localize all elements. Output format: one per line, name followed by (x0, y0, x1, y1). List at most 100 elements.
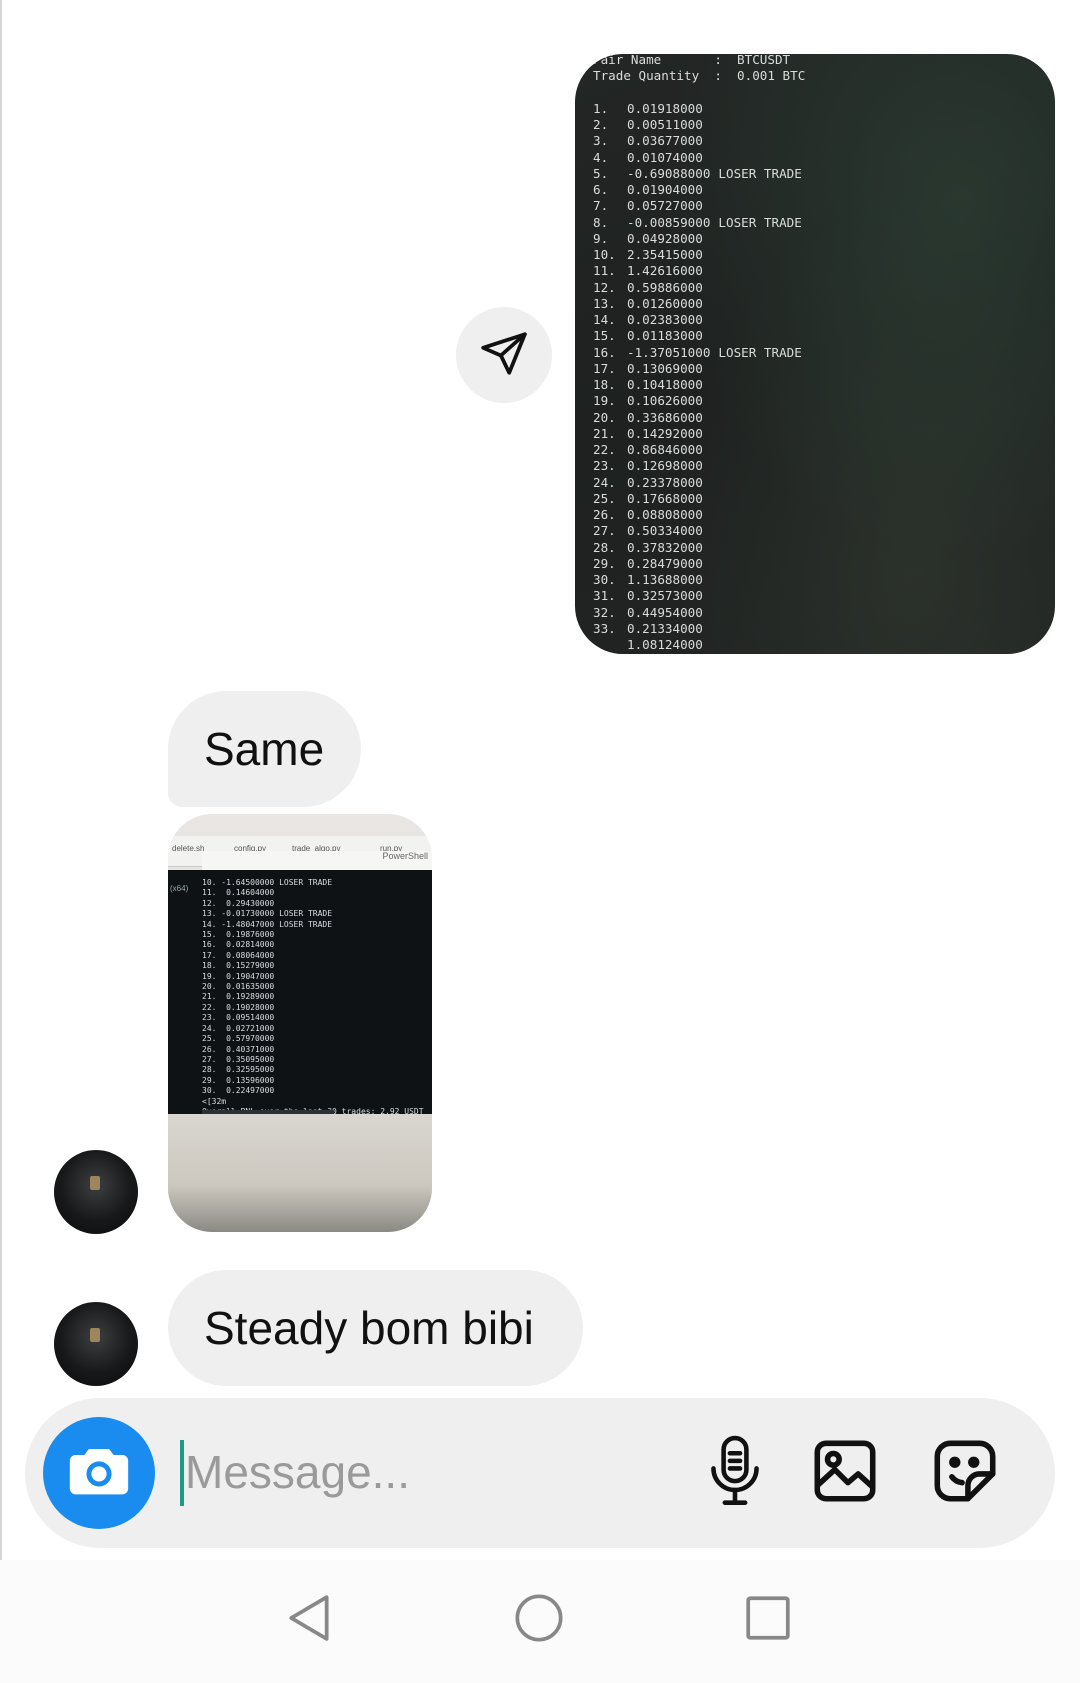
trade-pnl: 0.32573000 (627, 588, 703, 604)
trade-row: 20. 0.33686000 (593, 410, 1045, 426)
photo-side-label: (x64) (170, 884, 189, 893)
trade-index: 1. (593, 100, 609, 116)
photo-terminal-line: 14. -1.48047000 LOSER TRADE (202, 919, 333, 929)
trade-pnl: 0.01183000 (627, 328, 703, 344)
trade-row: 17. 0.13069000 (593, 361, 1045, 377)
home-button[interactable] (509, 1590, 569, 1650)
trade-row: 16. -1.37051000 LOSER TRADE (593, 345, 1045, 361)
trade-pnl: 0.12698000 (627, 458, 703, 474)
received-message-bubble[interactable]: Steady bom bibi (168, 1270, 583, 1386)
trade-row: 32. 0.44954000 (593, 605, 1045, 621)
microphone-button[interactable] (697, 1435, 773, 1511)
recents-icon (743, 1593, 793, 1648)
trade-index: 28. (593, 539, 616, 555)
trade-index: 8. (593, 214, 609, 230)
photo-terminal-line: 27. 0.35095000 (202, 1054, 275, 1064)
photo-terminal-line: 15. 0.19876000 (202, 930, 275, 940)
sent-image-message[interactable]: Pair Name : BTCUSDT Trade Quantity : 0.00… (575, 54, 1055, 654)
trade-index: 25. (593, 490, 616, 506)
trade-row: 33. 0.21334000 (593, 621, 1045, 637)
trade-pnl: 0.50334000 (627, 523, 703, 539)
received-message-bubble[interactable]: Same (168, 691, 361, 807)
trade-pnl: 1.08124000 (627, 637, 703, 652)
share-button[interactable] (456, 307, 552, 403)
photo-terminal-line: 11. 0.14604000 (202, 888, 275, 898)
trade-row: 7. 0.05727000 (593, 198, 1045, 214)
trade-index: 33. (593, 620, 616, 636)
photo-terminal-line: 12. 0.29430000 (202, 898, 275, 908)
trade-row: 24. 0.23378000 (593, 475, 1045, 491)
trade-pnl: 0.37832000 (627, 539, 703, 555)
trade-pnl: 0.01904000 (627, 182, 703, 197)
photo-terminal-line: 30. 0.22497000 (202, 1086, 275, 1096)
avatar[interactable] (54, 1150, 138, 1234)
trade-index: 17. (593, 360, 616, 376)
gallery-button[interactable] (807, 1435, 883, 1511)
trade-pnl: 2.35415000 (627, 247, 703, 262)
trade-pnl: 0.04928000 (627, 230, 703, 246)
trade-index: 19. (593, 393, 616, 409)
trade-pnl: 0.08808000 (627, 507, 703, 522)
trade-row: 1. 0.01918000 (593, 101, 1045, 117)
trade-pnl: 0.21334000 (627, 620, 703, 636)
trade-index: 32. (593, 604, 616, 620)
trade-pnl: 0.59886000 (627, 279, 703, 295)
trade-pnl: 0.17668000 (627, 490, 703, 506)
trade-pnl: 0.01918000 (627, 100, 703, 116)
message-text: Same (204, 723, 325, 775)
trade-row: 28. 0.37832000 (593, 540, 1045, 556)
photo-window-title: PowerShell (202, 851, 432, 871)
trade-pnl: 0.28479000 (627, 555, 703, 571)
trade-index: 9. (593, 230, 609, 246)
avatar[interactable] (54, 1302, 138, 1386)
trade-pnl: -0.00859000 (627, 214, 711, 230)
photo-terminal-line: 23. 0.09514000 (202, 1013, 275, 1023)
terminal-header-line: Trade Quantity : 0.001 BTC (593, 68, 806, 84)
back-icon (285, 1590, 335, 1651)
back-button[interactable] (280, 1590, 340, 1650)
trade-pnl: 0.10626000 (627, 393, 703, 409)
trade-row: 23. 0.12698000 (593, 458, 1045, 474)
sticker-button[interactable] (927, 1435, 1003, 1511)
trade-index: 22. (593, 442, 616, 457)
photo-terminal-line: 13. -0.01730000 LOSER TRADE (202, 909, 333, 919)
trade-pnl: 0.01260000 (627, 295, 703, 311)
trade-row: 10. 2.35415000 (593, 247, 1045, 263)
terminal-header-line: Pair Name : BTCUSDT (593, 54, 791, 67)
microphone-icon (704, 1433, 766, 1514)
trade-index: 26. (593, 507, 616, 522)
photo-terminal-line: 21. 0.19289000 (202, 992, 275, 1002)
trade-row: 2. 0.00511000 (593, 117, 1045, 133)
trade-pnl: 0.23378000 (627, 474, 703, 490)
trade-row: 31. 0.32573000 (593, 588, 1045, 604)
terminal-output: Pair Name : BTCUSDT Trade Quantity : 0.00… (593, 54, 1045, 653)
trade-pnl: 0.03677000 (627, 133, 703, 149)
trade-index: 21. (593, 425, 616, 441)
trade-index: 14. (593, 312, 616, 327)
trade-row: 13. 0.01260000 (593, 296, 1045, 312)
trade-row: 15. 0.01183000 (593, 328, 1045, 344)
photo-terminal-line: 16. 0.02814000 (202, 940, 275, 950)
trade-row: 11. 1.42616000 (593, 263, 1045, 279)
trade-index: 29. (593, 555, 616, 571)
trade-row: 5. -0.69088000 LOSER TRADE (593, 166, 1045, 182)
received-image-message[interactable]: delete.sh config.py trade_algo.py run.py… (168, 814, 432, 1232)
trade-row: 30. 1.13688000 (593, 572, 1045, 588)
trade-row: 18. 0.10418000 (593, 377, 1045, 393)
message-input[interactable] (185, 1432, 665, 1512)
trade-pnl: 1.42616000 (627, 263, 703, 279)
camera-button[interactable] (43, 1417, 155, 1529)
trade-row: 1.08124000 (593, 637, 1045, 653)
photo-terminal-line: <[32m (202, 1096, 227, 1106)
home-icon (513, 1592, 565, 1649)
photo-terminal-line: 18. 0.15279000 (202, 961, 275, 971)
trade-index: 2. (593, 117, 609, 132)
trade-pnl: 0.44954000 (627, 604, 703, 620)
photo-terminal-line: 10. -1.64500000 LOSER TRADE (202, 878, 333, 887)
trade-row: 19. 0.10626000 (593, 393, 1045, 409)
trade-index: 6. (593, 182, 609, 197)
trade-row: 3. 0.03677000 (593, 133, 1045, 149)
recents-button[interactable] (738, 1590, 798, 1650)
trade-index: 11. (593, 263, 616, 279)
trade-pnl: 1.13688000 (627, 572, 703, 587)
